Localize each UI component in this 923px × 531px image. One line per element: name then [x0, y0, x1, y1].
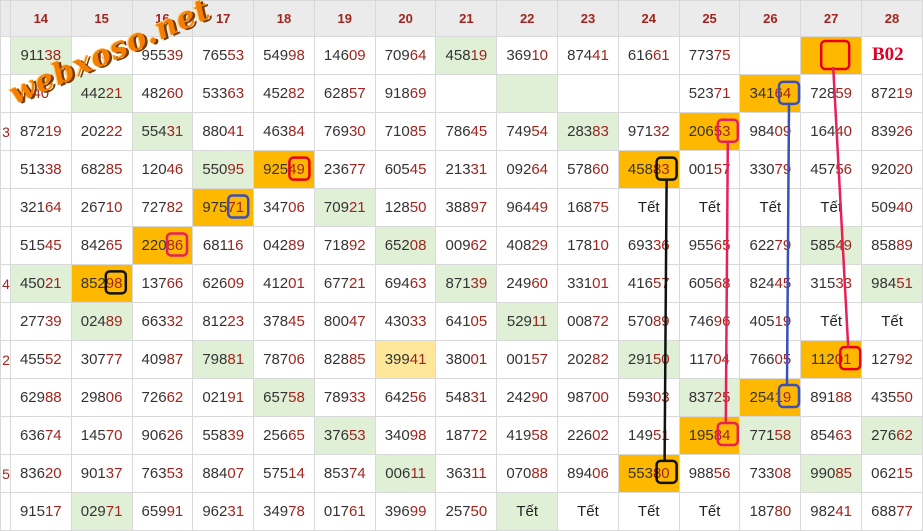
highlight-box: [104, 270, 128, 295]
pattern-badge: B02: [872, 44, 904, 65]
highlight-box: [716, 118, 740, 143]
highlight-box: [716, 421, 740, 447]
pattern-overlay: [104, 39, 862, 485]
highlight-box: [777, 80, 801, 106]
connector-line: [663, 180, 668, 461]
highlight-box: [165, 232, 189, 257]
connector-line: [831, 66, 850, 348]
connector-line: [785, 104, 791, 386]
highlight-box: [777, 383, 801, 409]
highlight-box: [226, 194, 250, 219]
highlight-box: [819, 39, 851, 71]
highlight-box: [288, 156, 311, 181]
connector-line: [724, 142, 730, 423]
highlight-box: [838, 345, 862, 371]
highlight-box: [655, 459, 678, 485]
highlight-box: [655, 156, 678, 181]
